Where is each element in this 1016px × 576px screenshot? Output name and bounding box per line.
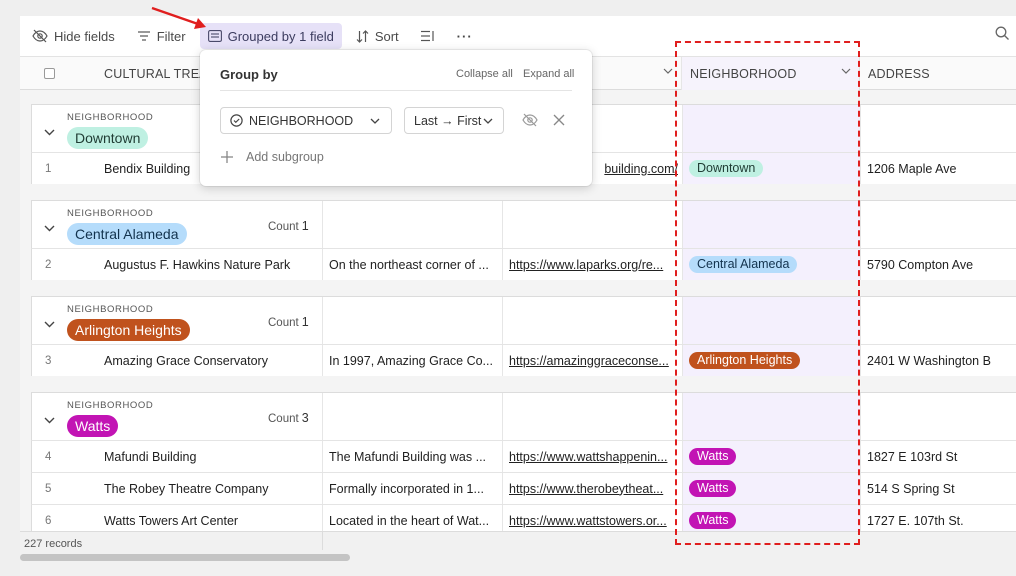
- cell-address[interactable]: 514 S Spring St: [861, 473, 1016, 504]
- table-row[interactable]: 6 Watts Towers Art Center Located in the…: [31, 504, 1016, 531]
- column-header-address-label: ADDRESS: [868, 66, 930, 81]
- sort-label: Sort: [374, 28, 399, 44]
- grid-footer: 227 records: [20, 531, 1016, 576]
- annotation-arrow-icon: [151, 6, 206, 29]
- sort-button[interactable]: Sort: [348, 23, 407, 49]
- cell-website-link[interactable]: https://amazinggraceconse...: [503, 345, 683, 376]
- row-number: 6: [45, 514, 52, 527]
- table-row[interactable]: 5 The Robey Theatre Company Formally inc…: [31, 472, 1016, 504]
- group-order-value: Last → First: [414, 113, 482, 128]
- chevron-down-icon[interactable]: [44, 412, 55, 427]
- cell-name[interactable]: Mafundi Building: [98, 441, 323, 472]
- add-subgroup-button[interactable]: Add subgroup: [220, 150, 324, 164]
- more-label: ···: [456, 28, 473, 44]
- group-count-value: 3: [301, 411, 309, 425]
- cell-description[interactable]: The Mafundi Building was ...: [323, 441, 503, 472]
- table-row[interactable]: 4 Mafundi Building The Mafundi Building …: [31, 440, 1016, 472]
- cell-address[interactable]: 1727 E. 107th St.: [861, 505, 1016, 531]
- row-height-button[interactable]: [413, 23, 443, 49]
- cell-description[interactable]: Formally incorporated in 1...: [323, 473, 503, 504]
- group-value-pill: Watts: [67, 415, 119, 437]
- cell-website-link[interactable]: https://www.wattstowers.or...: [503, 505, 683, 531]
- cell-name[interactable]: The Robey Theatre Company: [98, 473, 323, 504]
- popover-title: Group by: [220, 67, 278, 82]
- row-number: 2: [45, 258, 52, 271]
- cell-name[interactable]: Watts Towers Art Center: [98, 505, 323, 531]
- row-number: 1: [45, 162, 52, 175]
- group-header-central-alameda[interactable]: NEIGHBORHOOD Central Alameda Count 1: [31, 200, 1016, 249]
- table-row[interactable]: 3 Amazing Grace Conservatory In 1997, Am…: [31, 344, 1016, 376]
- search-icon[interactable]: [995, 26, 1010, 44]
- popover-divider: [220, 90, 572, 91]
- group-by-label: Grouped by 1 field: [227, 28, 334, 44]
- group-by-popover: Group by Collapse all Expand all NEIGHBO…: [200, 50, 592, 186]
- table-row[interactable]: 2 Augustus F. Hawkins Nature Park On the…: [31, 248, 1016, 280]
- record-count: 227 records: [24, 538, 83, 550]
- group-count-label: Count: [268, 221, 299, 233]
- group-count: Count 3: [268, 411, 309, 425]
- horizontal-scrollbar[interactable]: [20, 554, 350, 561]
- cell-address[interactable]: 1827 E 103rd St: [861, 441, 1016, 472]
- group-count-label: Count: [268, 317, 299, 329]
- cell-description[interactable]: On the northeast corner of ...: [323, 249, 503, 280]
- chevron-down-icon[interactable]: [44, 316, 55, 331]
- hide-empty-groups-icon[interactable]: [522, 113, 538, 130]
- group-field-select[interactable]: NEIGHBORHOOD: [220, 107, 392, 134]
- single-select-icon: [230, 114, 243, 127]
- collapse-all-link[interactable]: Collapse all: [456, 68, 513, 80]
- cell-description[interactable]: Located in the heart of Wat...: [323, 505, 503, 531]
- eye-slash-icon: [32, 29, 48, 43]
- group-value-pill: Central Alameda: [67, 223, 187, 245]
- annotation-highlight-box: [675, 41, 860, 545]
- filter-icon: [137, 30, 151, 42]
- more-options-button[interactable]: ···: [449, 23, 481, 49]
- group-field-label: NEIGHBORHOOD: [67, 208, 154, 219]
- chevron-down-icon: [370, 118, 380, 124]
- hide-fields-button[interactable]: Hide fields: [24, 23, 123, 49]
- cell-website-link[interactable]: https://www.laparks.org/re...: [503, 249, 683, 280]
- group-count-label: Count: [268, 413, 299, 425]
- column-header-address[interactable]: ADDRESS: [860, 57, 1016, 90]
- cell-address[interactable]: 1206 Maple Ave: [861, 153, 1016, 184]
- cell-website-link[interactable]: https://www.therobeytheat...: [503, 473, 683, 504]
- cell-name[interactable]: Amazing Grace Conservatory: [98, 345, 323, 376]
- group-field-label: NEIGHBORHOOD: [67, 304, 154, 315]
- group-field-label: NEIGHBORHOOD: [67, 400, 154, 411]
- row-number: 5: [45, 482, 52, 495]
- group-field-label: NEIGHBORHOOD: [67, 112, 154, 123]
- expand-all-link[interactable]: Expand all: [523, 68, 574, 80]
- row-number: 4: [45, 450, 52, 463]
- group-field-value: NEIGHBORHOOD: [249, 113, 354, 128]
- select-all-checkbox[interactable]: [43, 68, 55, 79]
- group-value-pill: Arlington Heights: [67, 319, 190, 341]
- row-height-icon: [420, 30, 435, 42]
- plus-icon: [220, 150, 234, 164]
- group-count-value: 1: [301, 219, 309, 233]
- chevron-down-icon: [483, 118, 493, 124]
- hide-fields-label: Hide fields: [54, 28, 115, 44]
- group-header-watts[interactable]: NEIGHBORHOOD Watts Count 3: [31, 392, 1016, 441]
- cell-description[interactable]: In 1997, Amazing Grace Co...: [323, 345, 503, 376]
- group-value-pill: Downtown: [67, 127, 149, 149]
- group-by-button[interactable]: Grouped by 1 field: [199, 23, 342, 49]
- close-icon[interactable]: [553, 114, 565, 129]
- group-order-select[interactable]: Last → First: [404, 107, 504, 134]
- chevron-down-icon[interactable]: [44, 124, 55, 139]
- row-number: 3: [45, 354, 52, 367]
- add-subgroup-label: Add subgroup: [246, 150, 324, 164]
- cell-address[interactable]: 2401 W Washington B: [861, 345, 1016, 376]
- cell-address[interactable]: 5790 Compton Ave: [861, 249, 1016, 280]
- cell-website-link[interactable]: https://www.wattshappenin...: [503, 441, 683, 472]
- group-count: Count 1: [268, 219, 309, 233]
- select-all-cell: [20, 57, 78, 90]
- cell-name[interactable]: Augustus F. Hawkins Nature Park: [98, 249, 323, 280]
- sort-icon: [356, 29, 369, 43]
- group-count: Count 1: [268, 315, 309, 329]
- footer-divider: [322, 532, 323, 550]
- group-count-value: 1: [301, 315, 309, 329]
- group-header-arlington-heights[interactable]: NEIGHBORHOOD Arlington Heights Count 1: [31, 296, 1016, 345]
- chevron-down-icon[interactable]: [663, 68, 673, 74]
- chevron-down-icon[interactable]: [44, 220, 55, 235]
